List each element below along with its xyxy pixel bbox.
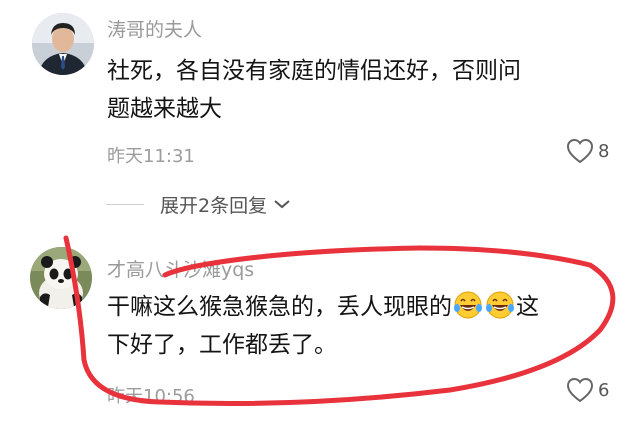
comment-text-line: 干嘛这么猴急猴急的，丢人现眼的 这 bbox=[107, 288, 617, 326]
like-button[interactable]: 8 bbox=[566, 138, 609, 164]
divider bbox=[106, 203, 144, 205]
heart-outline-icon bbox=[566, 377, 594, 403]
avatar-panda-image bbox=[30, 247, 92, 309]
comment-text-line: 下好了，工作都丢了。 bbox=[107, 332, 337, 358]
comment-timestamp: 昨天10:56 bbox=[107, 386, 195, 407]
comment-timestamp: 昨天11:31 bbox=[107, 146, 195, 167]
comment-text-segment: 干嘛这么猴急猴急的，丢人现眼的 bbox=[107, 294, 452, 320]
avatar[interactable] bbox=[32, 13, 94, 75]
heart-outline-icon bbox=[566, 138, 594, 164]
avatar[interactable] bbox=[30, 247, 92, 309]
avatar-man-image bbox=[32, 13, 94, 75]
laughing-tears-emoji-icon bbox=[454, 291, 482, 319]
comment-text: 干嘛这么猴急猴急的，丢人现眼的 这 下好了，工作都丢了。 bbox=[107, 288, 617, 364]
comment-text-line: 社死，各自没有家庭的情侣还好，否则问 bbox=[107, 58, 521, 84]
like-count: 6 bbox=[598, 379, 610, 401]
expand-replies-button[interactable]: 展开2条回复 bbox=[106, 190, 291, 218]
comment-username[interactable]: 才高八斗沙滩yqs bbox=[107, 255, 254, 282]
like-count: 8 bbox=[598, 140, 610, 162]
comment-username[interactable]: 涛哥的夫人 bbox=[107, 15, 202, 42]
laughing-tears-emoji-icon bbox=[486, 291, 514, 319]
expand-replies-label: 展开2条回复 bbox=[160, 194, 268, 217]
like-button[interactable]: 6 bbox=[566, 377, 609, 403]
comment-text-segment: 这 bbox=[516, 294, 539, 320]
chevron-down-icon bbox=[274, 200, 290, 209]
comment-text-line: 题越来越大 bbox=[107, 96, 222, 122]
comment-text: 社死，各自没有家庭的情侣还好，否则问 题越来越大 bbox=[107, 52, 617, 128]
